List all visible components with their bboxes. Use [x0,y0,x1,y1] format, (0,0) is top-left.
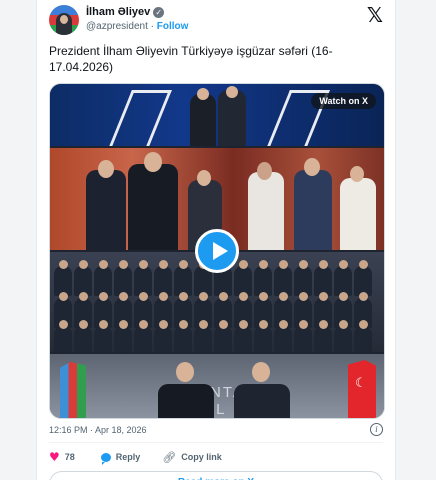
follow-button[interactable]: Follow [157,21,189,32]
info-icon[interactable]: i [370,423,383,436]
link-icon: 🔗︎ [162,450,177,464]
watch-on-x-button[interactable]: Watch on X [311,93,376,109]
play-icon[interactable] [195,229,239,273]
tweet-embed-card: İlham Əliyev ✓ @azpresident · Follow 𝕏 P… [36,0,396,480]
azerbaijan-flag-icon [60,362,86,418]
like-count: 78 [64,452,75,462]
turkey-flag-icon [348,360,376,418]
tweet-timestamp[interactable]: 12:16 PM · Apr 18, 2026 [49,425,147,435]
tweet-header: İlham Əliyev ✓ @azpresident · Follow 𝕏 [49,3,383,37]
x-logo-icon[interactable]: 𝕏 [367,3,383,27]
reply-label: Reply [115,452,141,462]
action-bar: ♥ 78 Reply 🔗︎ Copy link [49,450,222,465]
reply-button[interactable]: Reply [100,452,141,465]
copy-link-button[interactable]: 🔗︎ Copy link [162,451,221,464]
author-avatar[interactable] [49,5,79,35]
separator-dot: · [150,21,154,32]
video-media[interactable]: ANTAIPL Watch on X [49,83,385,419]
like-button[interactable]: ♥ 78 [49,450,75,464]
reply-icon [100,452,111,465]
copy-link-label: Copy link [181,452,222,462]
media-panel-leaders: ANTAIPL [50,354,384,418]
heart-icon: ♥ [49,450,60,464]
author-name[interactable]: İlham Əliyev [86,6,150,18]
read-more-button[interactable]: Read more on X [49,471,383,480]
divider [49,442,383,443]
author-name-row: İlham Əliyev ✓ [86,6,165,18]
author-handle[interactable]: @azpresident [86,21,148,32]
author-handle-row: @azpresident · Follow [86,21,188,32]
tweet-text: Prezident İlham Əliyevin Türkiyəyə işgüz… [49,44,333,74]
verified-badge-icon: ✓ [153,6,165,18]
